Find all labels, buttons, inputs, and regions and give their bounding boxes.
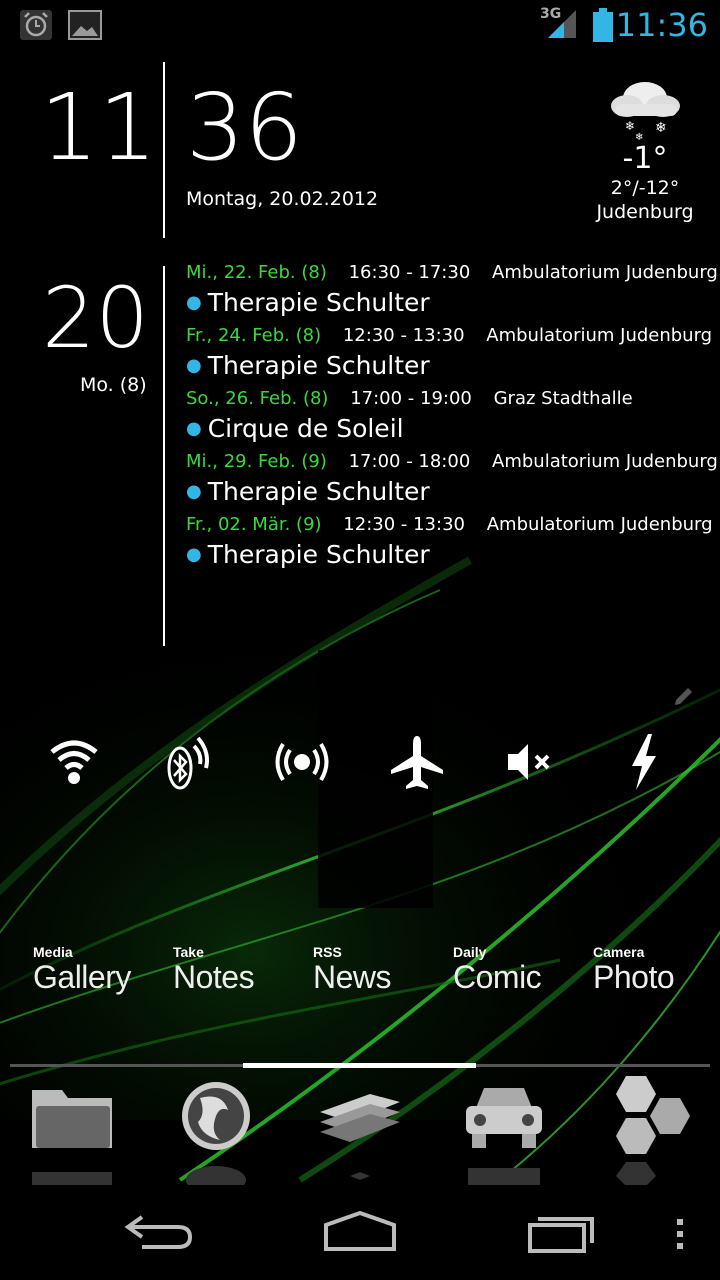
- event-time: 17:00 - 19:00: [350, 388, 472, 409]
- event-time: 17:00 - 18:00: [348, 451, 471, 472]
- event-bullet: ●: [186, 355, 202, 376]
- bank-icon[interactable]: [310, 1076, 410, 1185]
- recents-icon[interactable]: [522, 1205, 602, 1255]
- weather-range: 2°/-12°: [610, 177, 680, 199]
- wifi-icon[interactable]: [42, 730, 106, 794]
- event-location: Graz Stadthalle: [493, 388, 633, 409]
- event-title: Therapie Schulter: [207, 540, 430, 569]
- globe-icon[interactable]: [166, 1076, 266, 1185]
- event-time: 12:30 - 13:30: [342, 325, 465, 346]
- menu-icon[interactable]: [670, 1205, 690, 1255]
- shortcut-photo[interactable]: Camera Photo: [593, 944, 720, 994]
- weather-temperature: -1°: [622, 141, 668, 176]
- mute-icon[interactable]: [498, 730, 562, 794]
- hexagons-icon[interactable]: [598, 1076, 698, 1185]
- shortcut-small-label: Daily: [453, 944, 487, 960]
- agenda-event[interactable]: So., 26. Feb. (8) 17:00 - 19:00 Graz Sta…: [186, 388, 716, 451]
- shortcut-small-label: Media: [33, 944, 73, 960]
- status-time: 11:36: [615, 6, 708, 44]
- alarm-icon: [20, 10, 52, 40]
- shortcut-comic[interactable]: Daily Comic: [453, 944, 583, 994]
- event-title: Cirque de Soleil: [207, 414, 404, 443]
- svg-text:❄: ❄: [635, 132, 643, 140]
- event-date: Mi., 22. Feb. (8): [186, 262, 327, 283]
- dock-page-indicator: [243, 1063, 476, 1068]
- calendar-day[interactable]: 20: [42, 272, 149, 364]
- shortcut-row: Media Gallery Take Notes RSS News Daily …: [0, 944, 720, 1004]
- event-location: Ambulatorium Judenburg: [486, 325, 713, 346]
- event-bullet: ●: [186, 418, 202, 439]
- battery-icon: [593, 8, 613, 42]
- shortcut-big-label: Photo: [593, 959, 675, 995]
- status-bar: 3G 11:36: [0, 0, 720, 50]
- dock: [0, 1070, 720, 1185]
- event-title: Therapie Schulter: [207, 288, 430, 317]
- pencil-icon[interactable]: [672, 684, 696, 708]
- event-date: Mi., 29. Feb. (9): [186, 451, 327, 472]
- event-location: Ambulatorium Judenburg: [486, 514, 713, 535]
- shortcut-big-label: News: [313, 959, 392, 995]
- home-icon[interactable]: [320, 1205, 400, 1255]
- weather-city: Judenburg: [596, 201, 694, 223]
- clock-date: Montag, 20.02.2012: [186, 188, 379, 210]
- shortcut-big-label: Gallery: [33, 959, 131, 995]
- folder-icon[interactable]: [22, 1076, 122, 1185]
- shortcut-big-label: Comic: [453, 959, 542, 995]
- flash-icon[interactable]: [612, 730, 676, 794]
- shortcut-notes[interactable]: Take Notes: [173, 944, 303, 994]
- event-time: 16:30 - 17:30: [348, 262, 471, 283]
- navigation-bar: [0, 1185, 720, 1280]
- clock-divider: [163, 62, 165, 238]
- shortcut-news[interactable]: RSS News: [313, 944, 443, 994]
- event-date: So., 26. Feb. (8): [186, 388, 329, 409]
- signal-icon: [548, 10, 576, 38]
- shortcut-big-label: Notes: [173, 959, 255, 995]
- event-bullet: ●: [186, 544, 202, 565]
- svg-text:❄: ❄: [625, 119, 635, 133]
- bluetooth-icon[interactable]: [156, 730, 220, 794]
- event-bullet: ●: [186, 481, 202, 502]
- agenda-event[interactable]: Mi., 22. Feb. (8) 16:30 - 17:30 Ambulato…: [186, 262, 718, 325]
- event-title: Therapie Schulter: [207, 351, 430, 380]
- event-title: Therapie Schulter: [207, 477, 430, 506]
- svg-text:❄: ❄: [655, 120, 667, 136]
- event-date: Fr., 02. Mär. (9): [186, 514, 322, 535]
- shortcut-small-label: Camera: [593, 944, 645, 960]
- event-location: Ambulatorium Judenburg: [492, 451, 718, 472]
- event-time: 12:30 - 13:30: [343, 514, 465, 535]
- shortcut-small-label: RSS: [313, 944, 342, 960]
- gallery-notification-icon: [68, 10, 102, 40]
- shortcut-small-label: Take: [173, 944, 204, 960]
- agenda-list[interactable]: Mi., 22. Feb. (8) 16:30 - 17:30 Ambulato…: [186, 262, 718, 577]
- event-bullet: ●: [186, 292, 202, 313]
- clock-minute[interactable]: 36: [186, 80, 303, 176]
- back-icon[interactable]: [120, 1205, 200, 1255]
- agenda-event[interactable]: Fr., 24. Feb. (8) 12:30 - 13:30 Ambulato…: [186, 325, 716, 388]
- snow-cloud-icon: ❄ ❄ ❄: [611, 82, 680, 140]
- hotspot-icon[interactable]: [270, 730, 334, 794]
- shortcut-gallery[interactable]: Media Gallery: [33, 944, 163, 994]
- agenda-event[interactable]: Mi., 29. Feb. (9) 17:00 - 18:00 Ambulato…: [186, 451, 718, 514]
- agenda-event[interactable]: Fr., 02. Mär. (9) 12:30 - 13:30 Ambulato…: [186, 514, 716, 577]
- calendar-divider: [163, 266, 165, 646]
- calendar-weekday: Mo. (8): [80, 374, 147, 396]
- power-toggles: [0, 730, 720, 794]
- clock-hour[interactable]: 11: [40, 80, 157, 176]
- airplane-icon[interactable]: [385, 730, 449, 794]
- event-location: Ambulatorium Judenburg: [492, 262, 718, 283]
- event-date: Fr., 24. Feb. (8): [186, 325, 322, 346]
- car-icon[interactable]: [454, 1076, 554, 1185]
- weather-widget[interactable]: ❄ ❄ ❄ -1° 2°/-12° Judenburg: [590, 76, 700, 224]
